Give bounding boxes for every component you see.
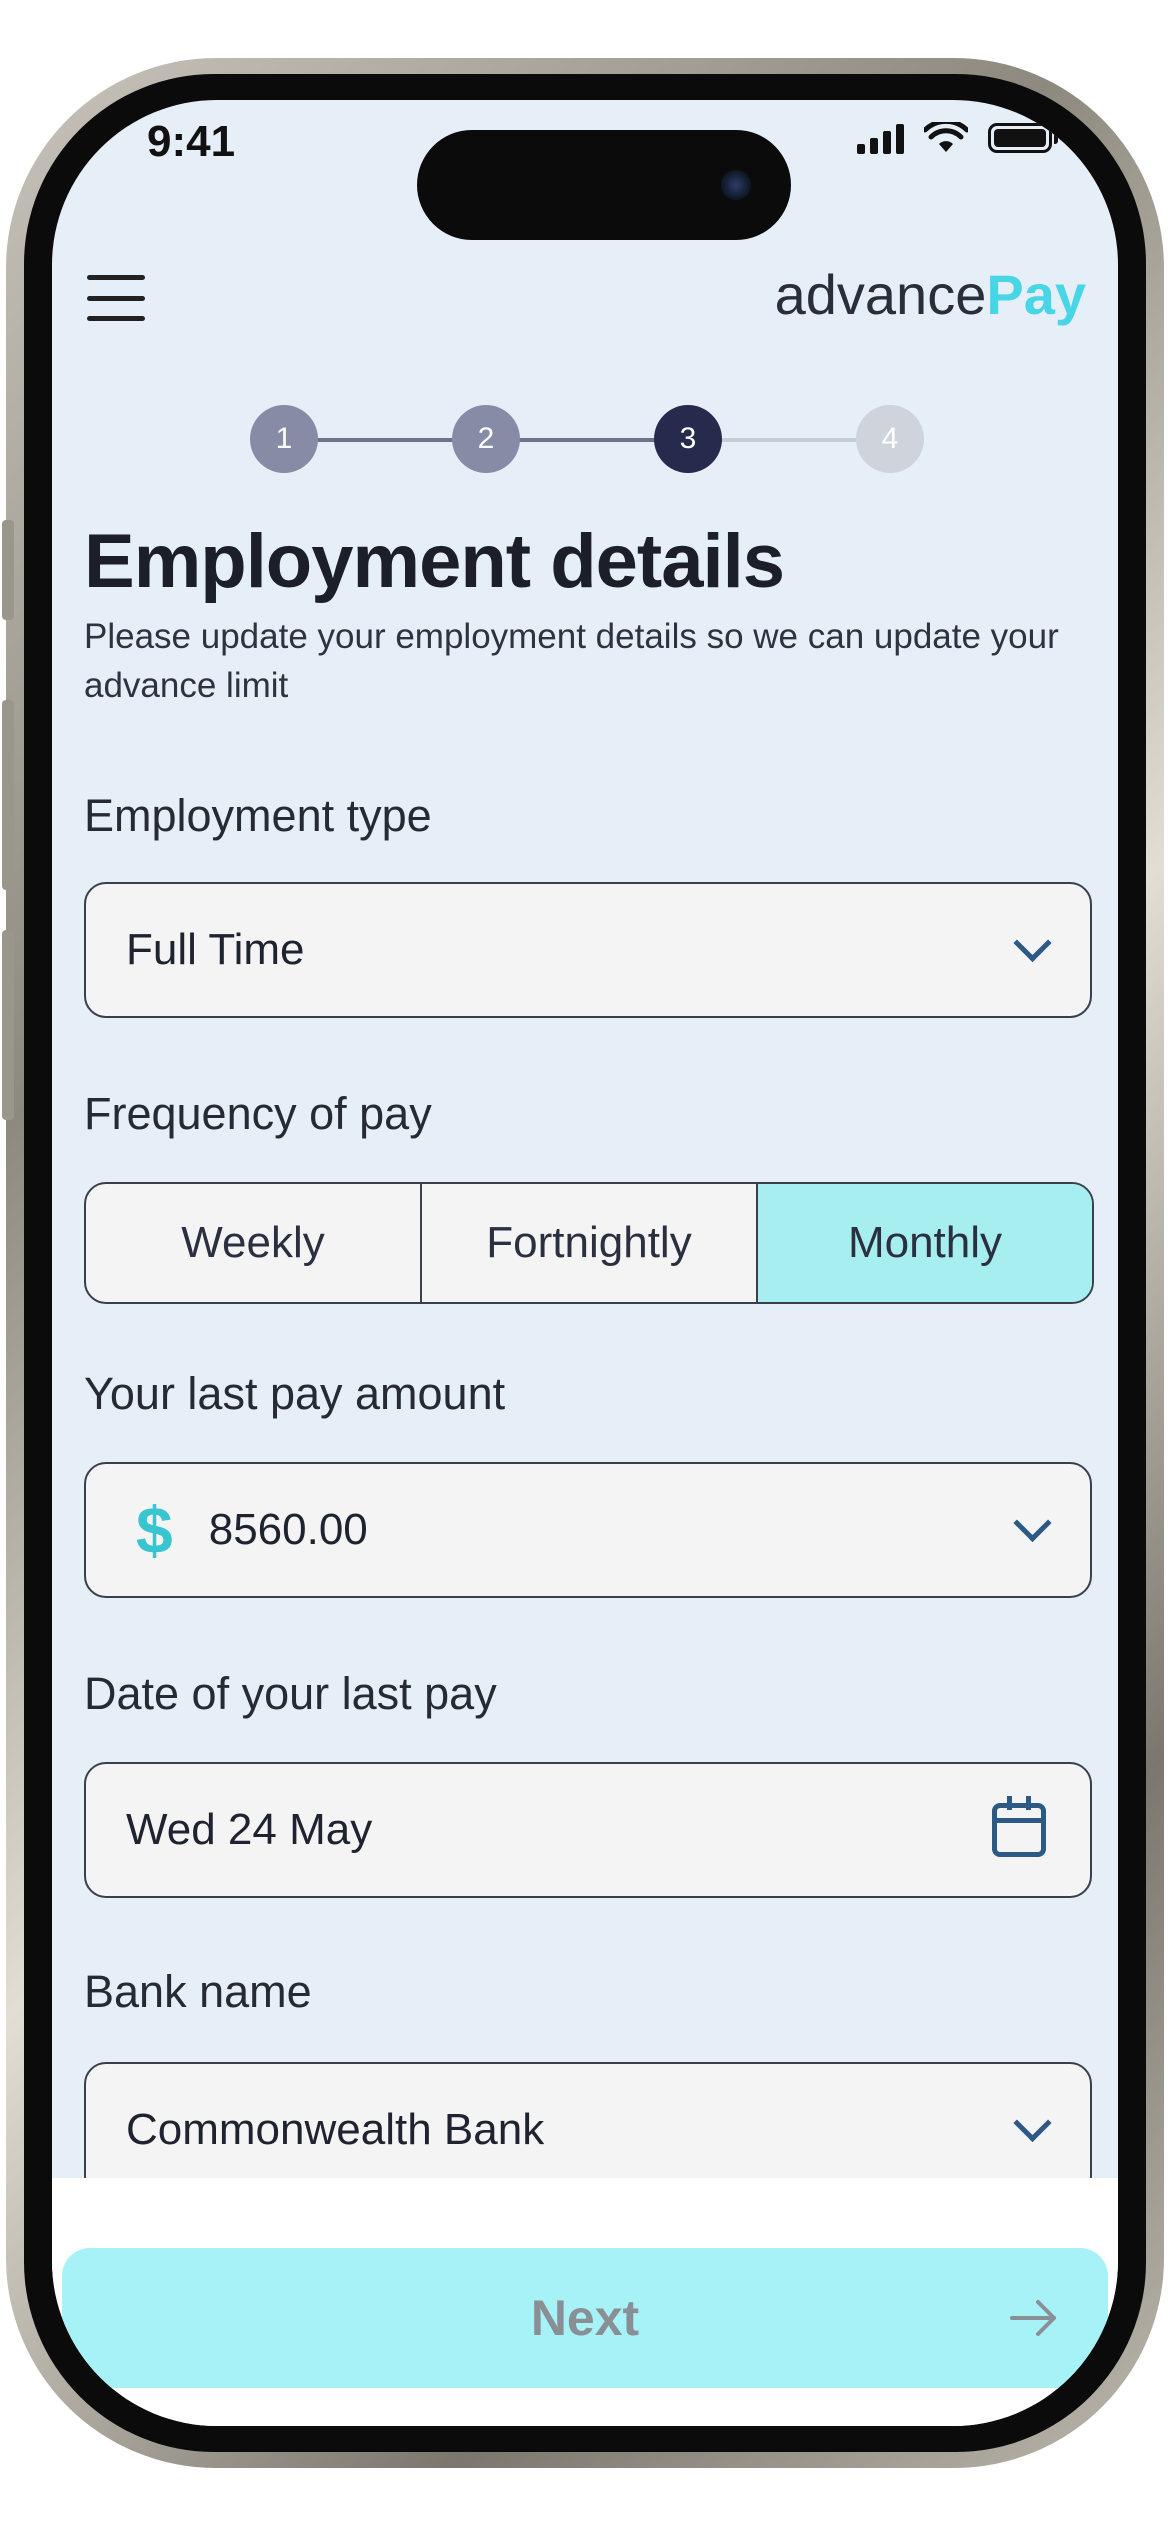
step-3-current: 3 [654,405,722,473]
last-pay-amount-value: 8560.00 [208,1505,368,1554]
dollar-icon: $ [136,1493,173,1567]
pay-frequency-weekly[interactable]: Weekly [86,1184,420,1302]
chevron-down-icon [1013,923,1052,963]
pay-frequency-fortnightly[interactable]: Fortnightly [420,1184,756,1302]
bank-name-label: Bank name [84,1966,312,2017]
status-time: 9:41 [147,117,236,166]
chevron-down-icon [1013,2103,1052,2143]
volume-down-button [2,930,14,1120]
employment-type-label: Employment type [84,790,432,841]
menu-icon[interactable] [87,275,145,321]
logo-text-advance: advance [774,263,987,326]
page-title: Employment details [84,519,785,604]
progress-stepper: 1 2 3 4 [250,405,924,475]
pay-frequency-label: Frequency of pay [84,1088,432,1139]
app-logo: advancePay [775,262,1086,327]
pay-frequency-segmented-control: Weekly Fortnightly Monthly [84,1182,1094,1304]
front-camera [721,170,751,200]
employment-type-value: Full Time [126,925,305,974]
last-pay-date-input[interactable]: Wed 24 May [84,1762,1092,1898]
dynamic-island [417,130,791,240]
last-pay-amount-input[interactable]: $ 8560.00 [84,1462,1092,1598]
app-screen: 9:41 advancePay 1 2 3 4 Employment detai… [52,100,1118,2426]
step-4: 4 [856,405,924,473]
step-1: 1 [250,405,318,473]
mute-switch [2,520,14,620]
status-icons [857,122,1058,154]
cellular-signal-icon [857,122,904,154]
logo-text-pay: Pay [986,263,1086,326]
step-2: 2 [452,405,520,473]
next-button[interactable]: Next [62,2248,1108,2388]
chevron-down-icon [1013,1503,1052,1543]
calendar-icon[interactable] [992,1796,1046,1857]
employment-type-select[interactable]: Full Time [84,882,1092,1018]
arrow-right-icon [1010,2300,1056,2336]
volume-up-button [2,700,14,890]
battery-icon [988,123,1058,153]
page-subtitle: Please update your employment details so… [84,617,1059,705]
last-pay-amount-label: Your last pay amount [84,1368,506,1419]
last-pay-date-value: Wed 24 May [126,1805,373,1854]
pay-frequency-monthly[interactable]: Monthly [756,1184,1092,1302]
next-button-label: Next [530,2290,640,2346]
wifi-icon [924,122,968,152]
bank-name-value: Commonwealth Bank [126,2105,545,2154]
last-pay-date-label: Date of your last pay [84,1668,497,1719]
